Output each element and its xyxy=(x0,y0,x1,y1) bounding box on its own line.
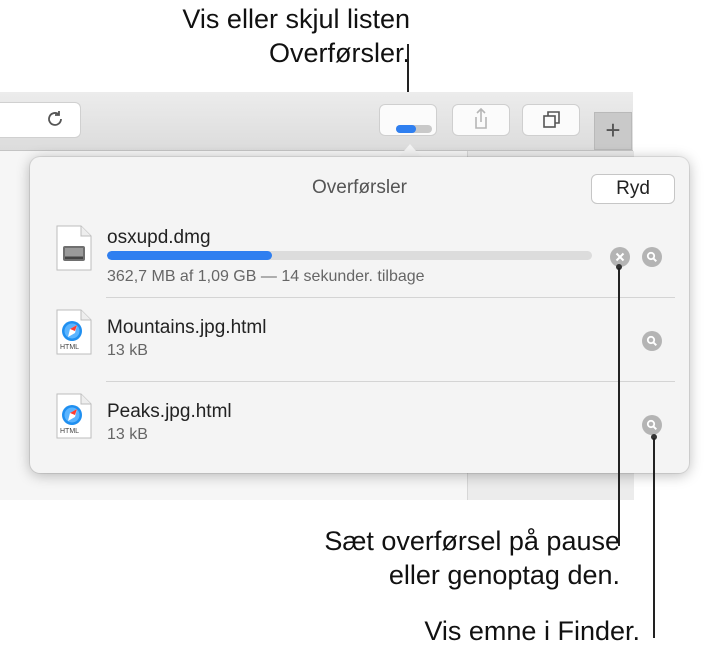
share-button[interactable] xyxy=(452,104,510,136)
new-tab-button[interactable]: + xyxy=(594,112,632,150)
address-bar[interactable] xyxy=(0,102,81,138)
callout-leader-line xyxy=(407,44,409,96)
popover-arrow xyxy=(398,144,422,158)
download-progress-fill xyxy=(107,251,272,260)
downloads-button-progress xyxy=(396,125,432,133)
html-icon-caption: HTML xyxy=(60,428,80,435)
callout-line-2: eller genoptag den. xyxy=(388,560,620,590)
row-divider xyxy=(106,381,675,382)
download-progress-bar xyxy=(107,251,592,260)
file-name: Mountains.jpg.html xyxy=(107,317,267,338)
download-item[interactable]: HTML Peaks.jpg.html 13 kB xyxy=(50,383,675,467)
file-name: Peaks.jpg.html xyxy=(107,401,232,422)
file-name: osxupd.dmg xyxy=(107,227,211,248)
downloads-popover: Overførsler Ryd osxupd.dmg 362,7 MB af 1… xyxy=(30,157,689,473)
pause-callout-line xyxy=(618,268,620,546)
callout-line-1: Sæt overførsel på pause xyxy=(324,526,620,556)
show-in-finder-button[interactable] xyxy=(642,415,662,435)
reload-icon[interactable] xyxy=(44,108,66,130)
downloads-button[interactable] xyxy=(379,104,437,136)
row-divider xyxy=(106,297,675,298)
show-tabs-button[interactable] xyxy=(522,104,580,136)
show-in-finder-button[interactable] xyxy=(642,331,662,351)
download-status: 362,7 MB af 1,09 GB — 14 sekunder. tilba… xyxy=(107,268,425,285)
file-size: 13 kB xyxy=(107,342,148,359)
downloads-button-progress-fill xyxy=(396,125,416,133)
html-icon-caption: HTML xyxy=(60,344,80,351)
download-item[interactable]: HTML Mountains.jpg.html 13 kB xyxy=(50,299,675,383)
download-item[interactable]: osxupd.dmg 362,7 MB af 1,09 GB — 14 seku… xyxy=(50,215,675,299)
clear-button[interactable]: Ryd xyxy=(591,174,675,204)
pause-resume-callout: Sæt overførsel på pause eller genoptag d… xyxy=(324,524,620,592)
callout-line-1: Vis eller skjul listen xyxy=(182,4,410,34)
downloads-toggle-callout: Vis eller skjul listen Overførsler. xyxy=(182,2,410,70)
show-in-finder-button[interactable] xyxy=(642,247,662,267)
disk-image-icon xyxy=(56,225,92,271)
file-size: 13 kB xyxy=(107,426,148,443)
finder-callout-line xyxy=(653,438,655,638)
show-in-finder-callout: Vis emne i Finder. xyxy=(424,616,640,646)
callout-line-2: Overførsler. xyxy=(268,38,410,68)
